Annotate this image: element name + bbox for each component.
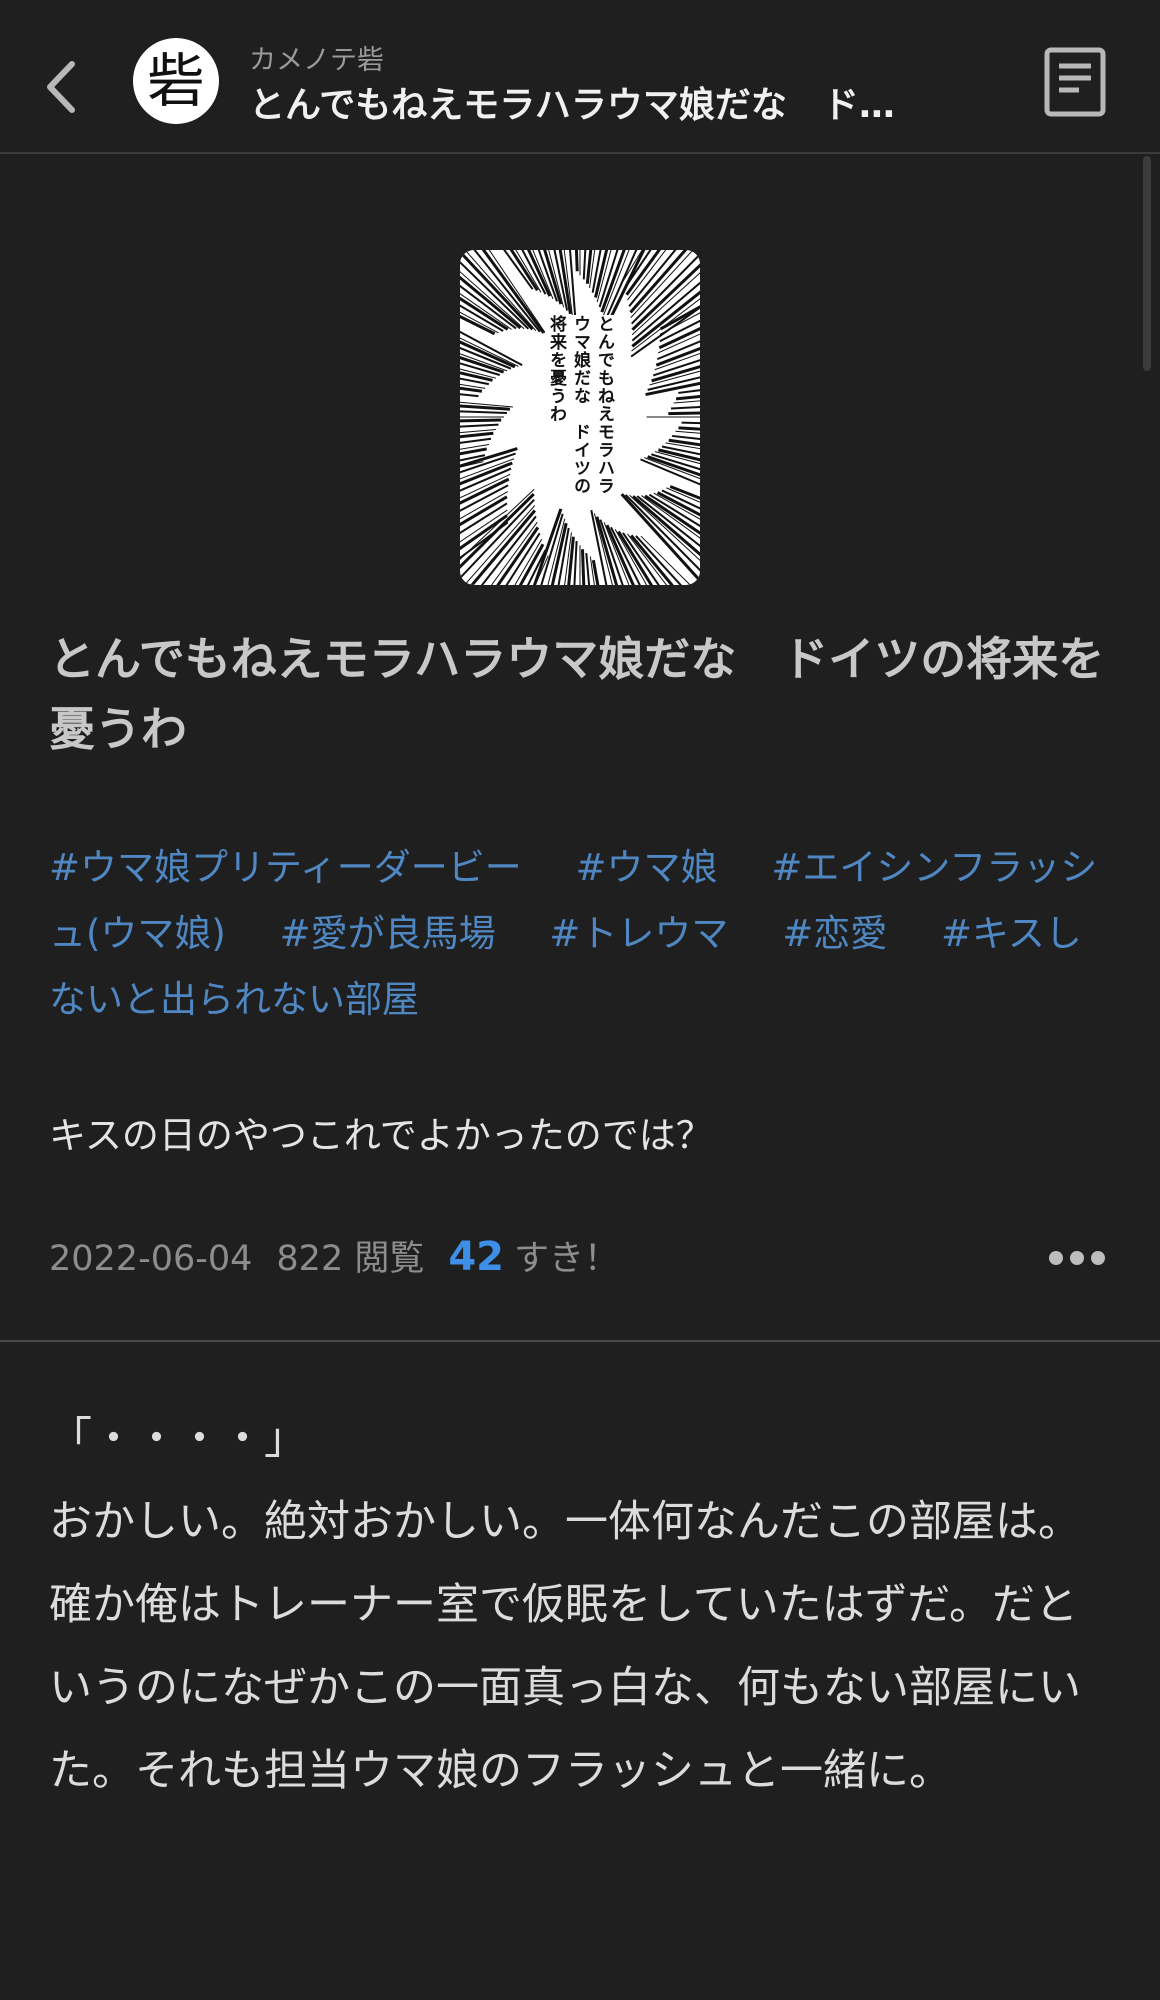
novel-title: とんでもねえモラハラウマ娘だな ドイツの将来を憂うわ	[49, 632, 1105, 756]
tag-link[interactable]: #ウマ娘プリティーダービー	[49, 846, 522, 889]
post-date: 2022-06-04	[49, 1239, 253, 1279]
meta-row: 2022-06-04 822 閲覧 42 すき！	[49, 1230, 619, 1281]
document-list-icon[interactable]	[1043, 46, 1107, 118]
chevron-left-icon[interactable]	[40, 58, 84, 116]
header-title: とんでもねえモラハラウマ娘だな ド…	[249, 85, 895, 126]
tag-list: #ウマ娘プリティーダービー #ウマ娘 #エイシンフラッシュ(ウマ娘) #愛が良馬…	[49, 835, 1114, 1033]
body-paragraph: 確か俺はトレーナー室で仮眠をしていたはずだ。だというのになぜかこの一面真っ白な、…	[49, 1580, 1081, 1796]
divider	[0, 1340, 1160, 1342]
tag-link[interactable]: #愛が良馬場	[280, 912, 496, 955]
top-bar: 砦 カメノテ砦 とんでもねえモラハラウマ娘だな ド…	[0, 0, 1160, 154]
tag-link[interactable]: #恋愛	[782, 912, 887, 955]
caption: キスの日のやつこれでよかったのでは？	[49, 1114, 713, 1157]
author-avatar[interactable]: 砦	[133, 38, 219, 124]
cover-text: とんでもねえモラハラ ウマ娘だな ドイツの 将来を憂うわ	[460, 250, 700, 585]
cover-line: 将来を憂うわ	[545, 315, 567, 423]
like-label[interactable]: すき！	[514, 1230, 619, 1281]
scrollbar[interactable]	[1143, 156, 1151, 371]
novel-body: 「・・・・」 おかしい。絶対おかしい。一体何なんだこの部屋は。 確か俺はトレーナ…	[49, 1398, 1119, 1813]
tag-link[interactable]: #トレウマ	[549, 912, 728, 955]
more-options-icon[interactable]	[1048, 1248, 1106, 1268]
view-count: 822 閲覧	[276, 1239, 425, 1279]
author-name[interactable]: カメノテ砦	[249, 38, 384, 77]
like-count[interactable]: 42	[448, 1234, 504, 1280]
cover-line: とんでもねえモラハラ	[593, 315, 615, 495]
cover-line: ウマ娘だな ドイツの	[569, 315, 591, 495]
cover-image[interactable]: とんでもねえモラハラ ウマ娘だな ドイツの 将来を憂うわ	[460, 250, 700, 585]
body-paragraph: おかしい。絶対おかしい。一体何なんだこの部屋は。	[49, 1497, 1081, 1547]
body-paragraph: 「・・・・」	[49, 1414, 307, 1464]
tag-link[interactable]: #ウマ娘	[576, 846, 718, 889]
